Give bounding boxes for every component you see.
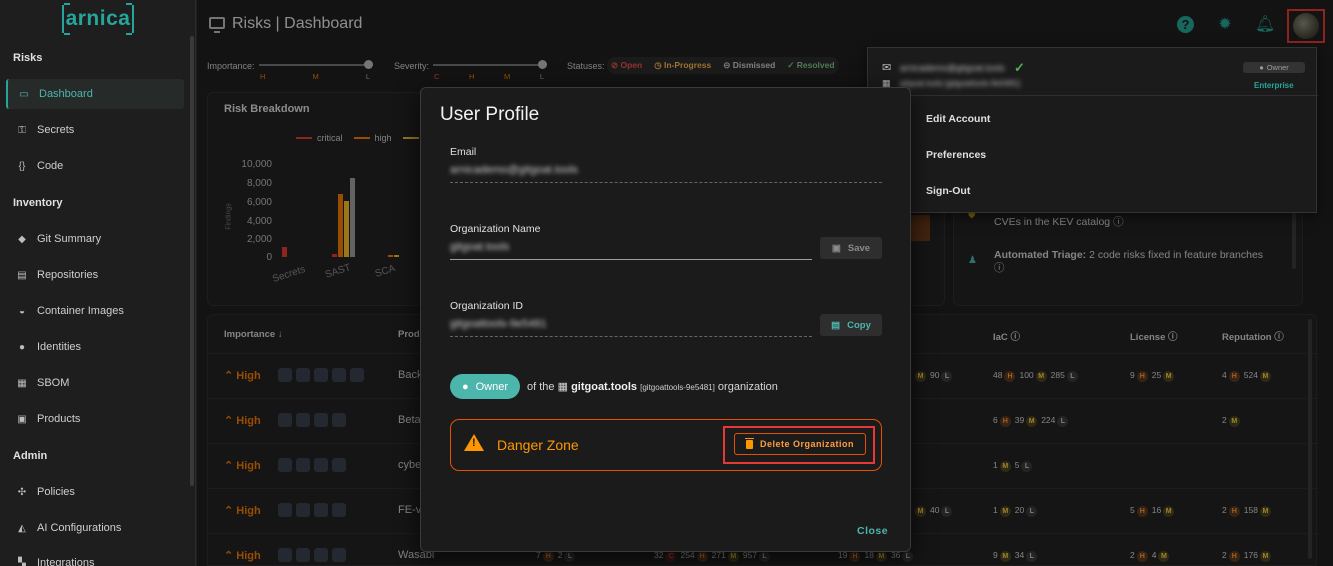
person-icon: ●	[1259, 63, 1264, 72]
account-menu: ✉ arnicademo@gitgoat.tools ✓ ▦ gitgoat.t…	[867, 47, 1318, 213]
sidebar-item-label: SBOM	[37, 377, 70, 389]
email-field: arnicademo@gitgoat.tools	[450, 164, 578, 176]
sidebar-item-repositories[interactable]: ▤ Repositories	[6, 260, 184, 290]
policies-icon: ✣	[17, 486, 27, 498]
monitor-icon: ▭	[19, 88, 29, 100]
sidebar-item-code[interactable]: {} Code	[6, 151, 184, 181]
sidebar-item-label: Dashboard	[39, 88, 93, 100]
warning-icon	[464, 434, 484, 451]
save-button[interactable]: ▣ Save	[820, 237, 882, 259]
org-name-input[interactable]: gitgoat.tools	[450, 241, 509, 253]
role-label: Owner	[475, 380, 509, 393]
plan-badge: Enterprise	[1254, 81, 1294, 90]
org-name-underline	[450, 259, 812, 260]
text-organization: organization	[717, 381, 778, 393]
danger-zone: Danger Zone Delete Organization	[450, 419, 882, 471]
sidebar-item-label: Container Images	[37, 305, 124, 317]
role-badge: ● Owner	[1243, 62, 1305, 73]
person-icon: ●	[18, 341, 26, 353]
user-profile-modal: User Profile Email arnicademo@gitgoat.to…	[420, 87, 911, 552]
trash-icon	[744, 437, 754, 449]
sidebar-item-policies[interactable]: ✣ Policies	[6, 477, 184, 507]
role-label: Owner	[1266, 63, 1289, 72]
sbom-icon: ▦	[17, 377, 27, 389]
sidebar-item-secrets[interactable]: ⚿ Secrets	[6, 115, 184, 145]
danger-zone-title: Danger Zone	[497, 437, 579, 453]
sidebar-item-sbom[interactable]: ▦ SBOM	[6, 368, 184, 398]
sidebar-item-dashboard[interactable]: ▭ Dashboard	[6, 79, 184, 109]
menu-edit-account[interactable]: Edit Account	[926, 113, 990, 125]
org-id-field: gitgoattools-9e5481	[450, 318, 547, 330]
copy-label: Copy	[847, 319, 871, 331]
git-icon: ◆	[18, 233, 26, 245]
sidebar-scrollbar[interactable]	[190, 36, 194, 486]
building-icon: ▦	[557, 381, 568, 393]
org-name-bold: gitgoat.tools	[571, 381, 638, 393]
close-button[interactable]: Close	[857, 525, 888, 537]
modal-title: User Profile	[440, 104, 540, 125]
delete-highlight: Delete Organization	[723, 426, 875, 464]
email-underline	[450, 182, 882, 183]
sidebar-item-label: Repositories	[37, 269, 99, 281]
sidebar-item-label: Git Summary	[37, 233, 102, 245]
account-org: gitgoat.tools [gitgoattools-9e5481]	[900, 79, 1021, 88]
arnica-logo[interactable]: arnica	[62, 3, 134, 35]
org-id-underline	[450, 336, 812, 337]
verified-check-icon: ✓	[1014, 60, 1025, 75]
repository-icon: ▤	[17, 269, 27, 281]
mail-icon: ✉	[882, 62, 892, 74]
clipboard-icon: ▤	[831, 319, 841, 331]
sidebar-item-label: Identities	[37, 341, 82, 353]
sidebar-section-inventory: Inventory	[13, 197, 63, 209]
owner-role-chip: ● Owner	[450, 374, 520, 399]
sidebar-item-label: Policies	[37, 486, 75, 498]
floppy-disk-icon: ▣	[831, 242, 841, 254]
person-icon: ●	[461, 380, 469, 393]
menu-sign-out[interactable]: Sign-Out	[926, 185, 970, 197]
sidebar-item-identities[interactable]: ● Identities	[6, 332, 184, 362]
account-email: arnicademo@gitgoat.tools	[900, 63, 1005, 73]
integrations-icon: ▚	[18, 557, 26, 566]
sidebar-item-products[interactable]: ▣ Products	[6, 404, 184, 434]
sidebar-item-label: Secrets	[37, 124, 75, 136]
email-label: Email	[450, 146, 477, 158]
sidebar-item-label: Integrations	[37, 557, 95, 566]
docker-icon: ◒	[18, 305, 26, 317]
sidebar-section-admin: Admin	[13, 450, 48, 462]
sidebar-item-label: Code	[37, 160, 64, 172]
copy-button[interactable]: ▤ Copy	[820, 314, 882, 336]
sidebar-item-label: AI Configurations	[37, 522, 122, 534]
owner-description: of the ▦ gitgoat.tools [gitgoattools-9e5…	[527, 380, 778, 393]
code-braces-icon: {}	[18, 160, 26, 172]
sidebar-item-git-summary[interactable]: ◆ Git Summary	[6, 224, 184, 254]
delete-organization-button[interactable]: Delete Organization	[734, 433, 866, 455]
text-of-the: of the	[527, 381, 555, 393]
menu-preferences[interactable]: Preferences	[926, 149, 986, 161]
products-icon: ▣	[17, 413, 27, 425]
sidebar-item-container-images[interactable]: ◒ Container Images	[6, 296, 184, 326]
sidebar: arnica Risks ▭ Dashboard ⚿ Secrets {} Code …	[0, 0, 196, 566]
sidebar-item-label: Products	[37, 413, 81, 425]
delete-label: Delete Organization	[759, 439, 854, 449]
ai-config-icon: ◭	[18, 522, 26, 534]
sidebar-item-integrations[interactable]: ▚ Integrations	[6, 548, 184, 566]
account-menu-header: ✉ arnicademo@gitgoat.tools ✓ ▦ gitgoat.t…	[868, 48, 1318, 96]
org-id-label: Organization ID	[450, 300, 523, 312]
key-icon: ⚿	[18, 124, 26, 136]
org-name-label: Organization Name	[450, 223, 541, 235]
sidebar-item-ai-configurations[interactable]: ◭ AI Configurations	[6, 513, 184, 543]
save-label: Save	[847, 242, 871, 254]
sidebar-section-risks: Risks	[13, 52, 43, 64]
org-id-small: [gitgoattools-9e5481]	[640, 383, 715, 392]
